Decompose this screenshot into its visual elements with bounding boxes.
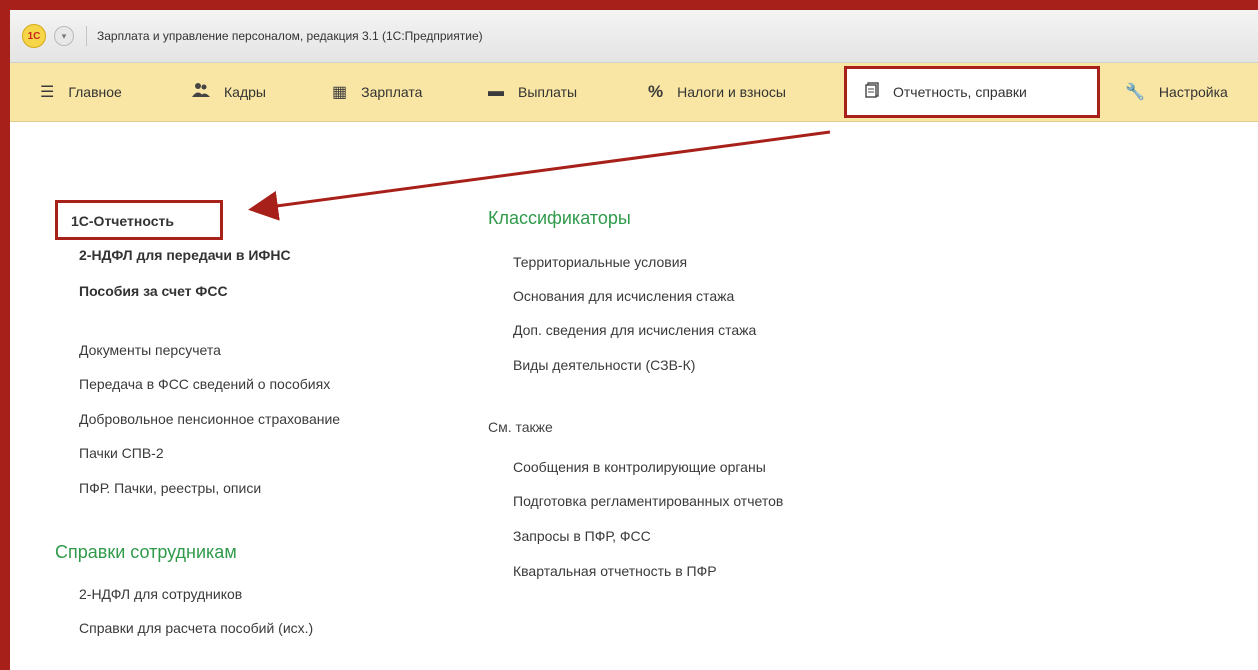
menu-item-hr[interactable]: Кадры bbox=[192, 63, 266, 121]
percent-icon: % bbox=[648, 82, 664, 101]
menu-item-label: Отчетность, справки bbox=[893, 84, 1027, 100]
people-icon bbox=[192, 82, 210, 103]
menu-item-reports[interactable]: Отчетность, справки bbox=[844, 66, 1100, 118]
titlebar-divider bbox=[86, 26, 87, 46]
section-title-classifiers: Классификаторы bbox=[488, 208, 631, 228]
link-personal-docs[interactable]: Документы персучета bbox=[79, 342, 221, 358]
hamburger-icon: ☰ bbox=[40, 84, 55, 101]
link-quarterly-pfr[interactable]: Квартальная отчетность в ПФР bbox=[513, 563, 717, 579]
window-title: Зарплата и управление персоналом, редакц… bbox=[97, 29, 483, 43]
menu-item-taxes[interactable]: % Налоги и взносы bbox=[648, 63, 786, 121]
menu-item-main[interactable]: ☰ Главное bbox=[40, 63, 122, 121]
link-pfr-fss-requests[interactable]: Запросы в ПФР, ФСС bbox=[513, 528, 651, 544]
link-seniority-grounds[interactable]: Основания для исчисления стажа bbox=[513, 288, 734, 304]
link-2ndfl-employees[interactable]: 2-НДФЛ для сотрудников bbox=[79, 586, 242, 602]
menu-item-label: Кадры bbox=[224, 84, 266, 100]
link-activity-types[interactable]: Виды деятельности (СЗВ-К) bbox=[513, 357, 695, 373]
calculator-icon: ▦ bbox=[332, 84, 348, 101]
link-spv2-packs[interactable]: Пачки СПВ-2 bbox=[79, 445, 164, 461]
menu-item-payments[interactable]: ▬ Выплаты bbox=[488, 63, 577, 121]
wallet-icon: ▬ bbox=[488, 83, 504, 100]
window-titlebar: 1С ▾ Зарплата и управление персоналом, р… bbox=[10, 10, 1258, 63]
menu-item-label: Главное bbox=[68, 84, 122, 100]
link-regulated-reports[interactable]: Подготовка регламентированных отчетов bbox=[513, 493, 783, 509]
link-territorial-conditions[interactable]: Территориальные условия bbox=[513, 254, 687, 270]
app-logo-icon[interactable]: 1С bbox=[22, 24, 46, 48]
menu-item-salary[interactable]: ▦ Зарплата bbox=[332, 63, 422, 121]
link-benefit-certs[interactable]: Справки для расчета пособий (исх.) bbox=[79, 620, 313, 636]
link-1c-reporting[interactable]: 1С-Отчетность bbox=[71, 213, 174, 229]
documents-icon bbox=[865, 81, 879, 103]
menu-item-settings[interactable]: 🔧 Настройка bbox=[1125, 63, 1228, 121]
menu-item-label: Настройка bbox=[1158, 84, 1228, 100]
section-content: 1С-Отчетность 2-НДФЛ для передачи в ИФНС… bbox=[10, 122, 1258, 670]
link-2ndfl-ifns[interactable]: 2-НДФЛ для передачи в ИФНС bbox=[79, 247, 291, 263]
main-menu-button[interactable]: ▾ bbox=[54, 26, 74, 46]
link-voluntary-pension[interactable]: Добровольное пенсионное страхование bbox=[79, 411, 340, 427]
see-also-label: См. также bbox=[488, 419, 553, 435]
menu-item-label: Зарплата bbox=[361, 84, 423, 100]
section-menubar: ☰ Главное Кадры ▦ Зарплата ▬ Выплаты % Н… bbox=[10, 63, 1258, 122]
link-seniority-extra[interactable]: Доп. сведения для исчисления стажа bbox=[513, 322, 756, 338]
link-control-messages[interactable]: Сообщения в контролирующие органы bbox=[513, 459, 766, 475]
link-fss-benefits[interactable]: Пособия за счет ФСС bbox=[79, 283, 228, 299]
menu-item-label: Выплаты bbox=[518, 84, 578, 100]
wrench-icon: 🔧 bbox=[1125, 84, 1145, 101]
section-title-employee-certs: Справки сотрудникам bbox=[55, 542, 237, 562]
link-pfr-packs[interactable]: ПФР. Пачки, реестры, описи bbox=[79, 480, 261, 496]
menu-item-label: Налоги и взносы bbox=[677, 84, 786, 100]
link-fss-transfer[interactable]: Передача в ФСС сведений о пособиях bbox=[79, 376, 330, 392]
